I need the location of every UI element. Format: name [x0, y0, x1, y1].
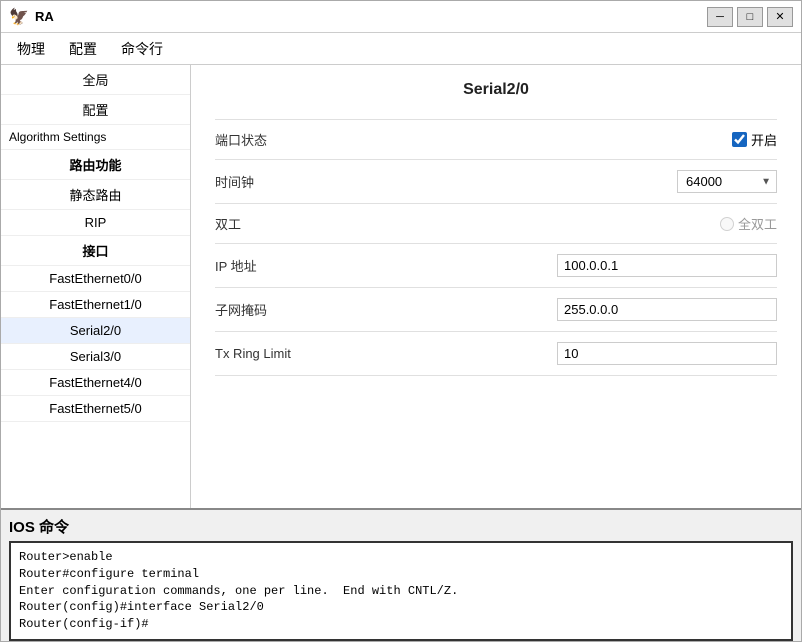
- label-ip-address: IP 地址: [215, 256, 395, 275]
- sidebar-item-fastethernet10[interactable]: FastEthernet1/0: [1, 292, 190, 318]
- label-subnet-mask: 子网掩码: [215, 300, 395, 319]
- label-clock: 时间钟: [215, 172, 395, 191]
- minimize-button[interactable]: ─: [707, 7, 733, 27]
- ios-section: IOS 命令 Router>enable Router#configure te…: [1, 508, 801, 641]
- value-tx-ring-limit: [395, 342, 777, 365]
- sidebar-item-luyougongneng[interactable]: 路由功能: [1, 150, 190, 180]
- value-duplex: 全双工: [395, 214, 777, 233]
- field-ip-address: IP 地址: [215, 243, 777, 287]
- menu-item-mingling[interactable]: 命令行: [109, 35, 175, 63]
- title-bar: 🦅 RA ─ □ ✕: [1, 1, 801, 33]
- ios-line-2: Enter configuration commands, one per li…: [19, 583, 783, 600]
- sidebar-item-fastethernet00[interactable]: FastEthernet0/0: [1, 266, 190, 292]
- ios-line-0: Router>enable: [19, 549, 783, 566]
- clock-dropdown[interactable]: 64000 128000 56000 32000: [677, 170, 777, 193]
- maximize-button[interactable]: □: [737, 7, 763, 27]
- sidebar-item-algorithm[interactable]: Algorithm Settings: [1, 125, 190, 150]
- value-ip-address: [395, 254, 777, 277]
- value-subnet-mask: [395, 298, 777, 321]
- sidebar-item-jingtailuyou[interactable]: 静态路由: [1, 180, 190, 210]
- port-status-checkbox-label[interactable]: 开启: [732, 130, 777, 149]
- menu-bar: 物理 配置 命令行: [1, 33, 801, 65]
- sidebar-item-serial30[interactable]: Serial3/0: [1, 344, 190, 370]
- port-status-text: 开启: [751, 130, 777, 149]
- window-title: RA: [35, 9, 707, 24]
- sidebar-item-fastethernet40[interactable]: FastEthernet4/0: [1, 370, 190, 396]
- panel-title: Serial2/0: [215, 81, 777, 99]
- sidebar-item-serial20[interactable]: Serial2/0: [1, 318, 190, 344]
- label-port-status: 端口状态: [215, 130, 395, 149]
- menu-item-wuli[interactable]: 物理: [5, 35, 57, 63]
- clock-dropdown-wrapper: 64000 128000 56000 32000 ▼: [677, 170, 777, 193]
- field-port-status: 端口状态 开启: [215, 119, 777, 159]
- close-button[interactable]: ✕: [767, 7, 793, 27]
- tx-ring-limit-input[interactable]: [557, 342, 777, 365]
- value-clock: 64000 128000 56000 32000 ▼: [395, 170, 777, 193]
- ios-terminal[interactable]: Router>enable Router#configure terminal …: [9, 541, 793, 641]
- sidebar-item-peizhi[interactable]: 配置: [1, 95, 190, 125]
- sidebar-item-fastethernet50[interactable]: FastEthernet5/0: [1, 396, 190, 422]
- main-window: 🦅 RA ─ □ ✕ 物理 配置 命令行 全局 配置 Algorithm Set…: [0, 0, 802, 642]
- field-clock: 时间钟 64000 128000 56000 32000 ▼: [215, 159, 777, 203]
- field-tx-ring-limit: Tx Ring Limit: [215, 331, 777, 376]
- value-port-status: 开启: [395, 130, 777, 149]
- sidebar-scroll[interactable]: 全局 配置 Algorithm Settings 路由功能 静态路由 RIP 接…: [1, 65, 190, 508]
- label-duplex: 双工: [215, 214, 395, 233]
- ip-address-input[interactable]: [557, 254, 777, 277]
- duplex-text: 全双工: [738, 214, 777, 233]
- app-icon: 🦅: [9, 7, 29, 27]
- sidebar-item-quanju[interactable]: 全局: [1, 65, 190, 95]
- duplex-radio-label: 全双工: [720, 214, 777, 233]
- window-controls: ─ □ ✕: [707, 7, 793, 27]
- ios-line-1: Router#configure terminal: [19, 566, 783, 583]
- main-content: 全局 配置 Algorithm Settings 路由功能 静态路由 RIP 接…: [1, 65, 801, 508]
- field-duplex: 双工 全双工: [215, 203, 777, 243]
- subnet-mask-input[interactable]: [557, 298, 777, 321]
- right-panel: Serial2/0 端口状态 开启 时间钟 64000: [191, 65, 801, 508]
- label-tx-ring-limit: Tx Ring Limit: [215, 346, 395, 361]
- duplex-radio[interactable]: [720, 217, 734, 231]
- menu-item-peizhi[interactable]: 配置: [57, 35, 109, 63]
- ios-line-4: Router(config-if)#: [19, 616, 783, 633]
- sidebar-item-jiekou[interactable]: 接口: [1, 236, 190, 266]
- ios-line-3: Router(config)#interface Serial2/0: [19, 599, 783, 616]
- field-subnet-mask: 子网掩码: [215, 287, 777, 331]
- sidebar: 全局 配置 Algorithm Settings 路由功能 静态路由 RIP 接…: [1, 65, 191, 508]
- ios-title: IOS 命令: [9, 516, 793, 537]
- sidebar-item-rip[interactable]: RIP: [1, 210, 190, 236]
- port-status-checkbox[interactable]: [732, 132, 747, 147]
